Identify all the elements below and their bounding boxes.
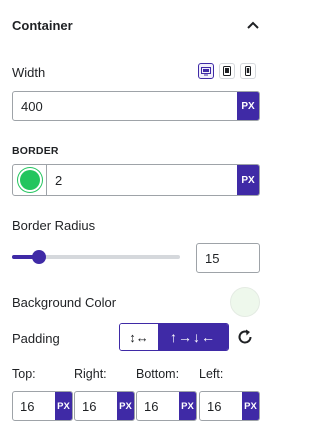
slider-thumb[interactable]	[31, 250, 46, 264]
container-settings-panel: Container Width 400 PX BORDER 2 PX Borde…	[0, 0, 275, 437]
padding-left-unit[interactable]: PX	[242, 392, 259, 420]
border-input[interactable]: 2 PX	[12, 164, 260, 196]
section-title: Container	[12, 17, 73, 33]
linked-padding-option[interactable]: ↑→↓←	[158, 324, 228, 350]
padding-right-value[interactable]: 16	[75, 392, 117, 420]
width-label: Width	[12, 65, 46, 80]
padding-label: Padding	[12, 331, 60, 346]
section-header[interactable]: Container	[0, 0, 275, 50]
mobile-icon[interactable]	[240, 63, 256, 79]
padding-bottom-input[interactable]: 16 PX	[136, 391, 197, 421]
tablet-icon[interactable]	[219, 63, 235, 79]
padding-top-unit[interactable]: PX	[55, 392, 72, 420]
padding-left-label: Left:	[199, 367, 224, 381]
background-color-swatch[interactable]	[230, 287, 260, 317]
desktop-icon[interactable]	[198, 63, 214, 79]
padding-left-input[interactable]: 16 PX	[199, 391, 260, 421]
width-input[interactable]: 400 PX	[12, 91, 260, 121]
background-color-label: Background Color	[12, 295, 117, 310]
padding-right-unit[interactable]: PX	[117, 392, 134, 420]
padding-top-value[interactable]: 16	[13, 392, 55, 420]
padding-left-value[interactable]: 16	[200, 392, 242, 420]
chevron-up-icon[interactable]	[243, 15, 263, 35]
unlinked-padding-option[interactable]: ↕↔	[120, 324, 158, 350]
reset-icon[interactable]	[236, 328, 254, 346]
padding-top-input[interactable]: 16 PX	[12, 391, 73, 421]
border-color-picker[interactable]	[13, 165, 47, 195]
border-radius-input[interactable]: 15	[196, 243, 260, 273]
border-radius-slider[interactable]	[12, 250, 180, 264]
border-radius-label: Border Radius	[12, 218, 96, 233]
device-switcher	[198, 63, 256, 79]
padding-right-input[interactable]: 16 PX	[74, 391, 135, 421]
padding-bottom-unit[interactable]: PX	[179, 392, 196, 420]
border-label: BORDER	[12, 145, 59, 157]
border-unit-button[interactable]: PX	[237, 165, 259, 195]
width-unit-button[interactable]: PX	[237, 92, 259, 120]
padding-right-label: Right:	[74, 367, 107, 381]
padding-link-toggle[interactable]: ↕↔ ↑→↓←	[119, 323, 229, 351]
border-color-swatch[interactable]	[19, 170, 40, 190]
padding-bottom-value[interactable]: 16	[137, 392, 179, 420]
padding-top-label: Top:	[12, 367, 36, 381]
padding-bottom-label: Bottom:	[136, 367, 180, 381]
width-value[interactable]: 400	[13, 92, 237, 120]
border-width-value[interactable]: 2	[47, 165, 237, 195]
